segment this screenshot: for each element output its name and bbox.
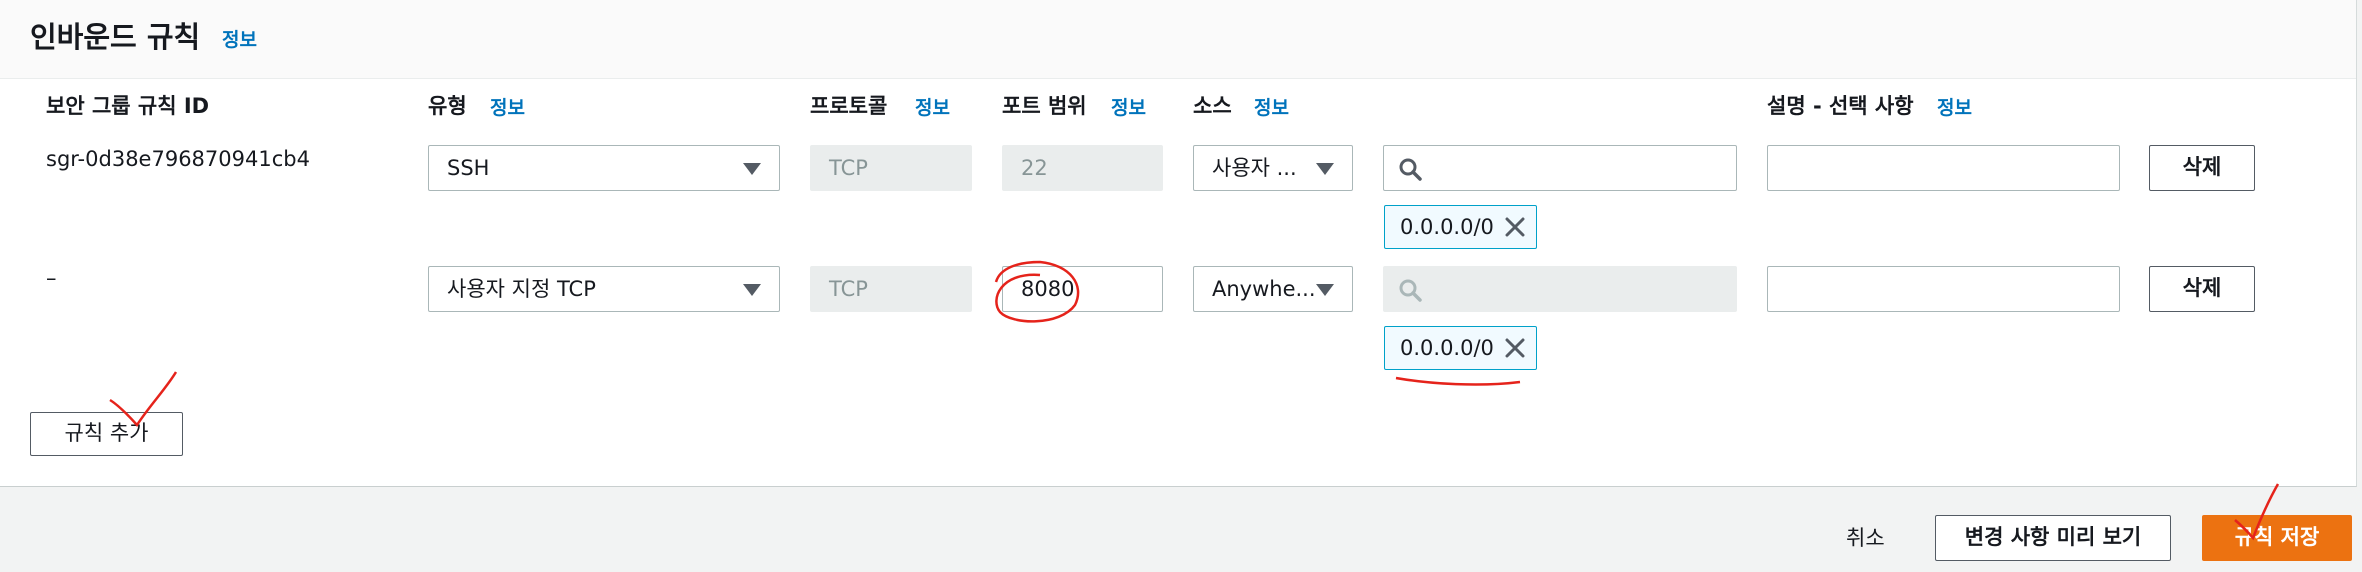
type-select-value: 사용자 지정 TCP — [447, 277, 596, 301]
delete-rule-button[interactable]: 삭제 — [2149, 266, 2255, 312]
cancel-button[interactable]: 취소 — [1846, 522, 1885, 552]
search-icon — [1399, 279, 1422, 302]
col-header-source: 소스 — [1193, 94, 1232, 118]
col-header-description: 설명 - 선택 사항 — [1767, 94, 1914, 118]
inbound-rules-panel: 인바운드 규칙 정보 보안 그룹 규칙 ID 유형 정보 프로토콜 정보 포트 … — [0, 0, 2357, 487]
col-header-protocol: 프로토콜 — [810, 94, 888, 118]
cidr-token-label: 0.0.0.0/0 — [1400, 215, 1494, 239]
source-select[interactable]: Anywhe... — [1193, 266, 1353, 312]
cidr-token: 0.0.0.0/0 — [1384, 205, 1537, 249]
caret-down-icon — [743, 163, 761, 175]
cidr-search-input[interactable] — [1383, 145, 1737, 191]
caret-down-icon — [1316, 163, 1334, 175]
source-info-link[interactable]: 정보 — [1254, 93, 1289, 120]
type-select[interactable]: SSH — [428, 145, 780, 191]
cidr-token: 0.0.0.0/0 — [1384, 326, 1537, 370]
search-icon — [1399, 158, 1422, 181]
close-icon[interactable] — [1504, 337, 1526, 359]
section-info-link[interactable]: 정보 — [222, 25, 257, 52]
protocol-value: TCP — [829, 277, 868, 301]
rule-id: sgr-0d38e796870941cb4 — [46, 147, 310, 171]
protocol-value: TCP — [829, 156, 868, 180]
preview-changes-button[interactable]: 변경 사항 미리 보기 — [1935, 515, 2171, 561]
caret-down-icon — [743, 284, 761, 296]
panel-header: 인바운드 규칙 정보 — [0, 0, 2356, 79]
rule-id: – — [46, 266, 57, 290]
description-input[interactable] — [1767, 266, 2120, 312]
port-value: 8080 — [1021, 277, 1075, 301]
type-info-link[interactable]: 정보 — [490, 93, 525, 120]
close-icon[interactable] — [1504, 216, 1526, 238]
description-info-link[interactable]: 정보 — [1937, 93, 1972, 120]
source-select-value: Anywhe... — [1212, 277, 1316, 301]
section-title: 인바운드 규칙 — [30, 20, 201, 54]
caret-down-icon — [1316, 284, 1334, 296]
port-info-link[interactable]: 정보 — [1111, 93, 1146, 120]
cidr-token-label: 0.0.0.0/0 — [1400, 336, 1494, 360]
type-select-value: SSH — [447, 156, 490, 180]
delete-rule-button[interactable]: 삭제 — [2149, 145, 2255, 191]
port-value: 22 — [1021, 156, 1048, 180]
protocol-info-link[interactable]: 정보 — [915, 93, 950, 120]
save-rules-button[interactable]: 규칙 저장 — [2202, 515, 2352, 561]
col-header-type: 유형 — [428, 94, 467, 118]
protocol-field: TCP — [810, 145, 972, 191]
description-input[interactable] — [1767, 145, 2120, 191]
add-rule-button[interactable]: 규칙 추가 — [30, 412, 183, 456]
source-select[interactable]: 사용자 ... — [1193, 145, 1353, 191]
type-select[interactable]: 사용자 지정 TCP — [428, 266, 780, 312]
col-header-port-range: 포트 범위 — [1002, 94, 1087, 118]
source-select-value: 사용자 ... — [1212, 156, 1297, 180]
protocol-field: TCP — [810, 266, 972, 312]
cidr-search-input — [1383, 266, 1737, 312]
port-range-input[interactable]: 8080 — [1002, 266, 1163, 312]
col-header-rule-id: 보안 그룹 규칙 ID — [46, 94, 210, 118]
port-range-input: 22 — [1002, 145, 1163, 191]
